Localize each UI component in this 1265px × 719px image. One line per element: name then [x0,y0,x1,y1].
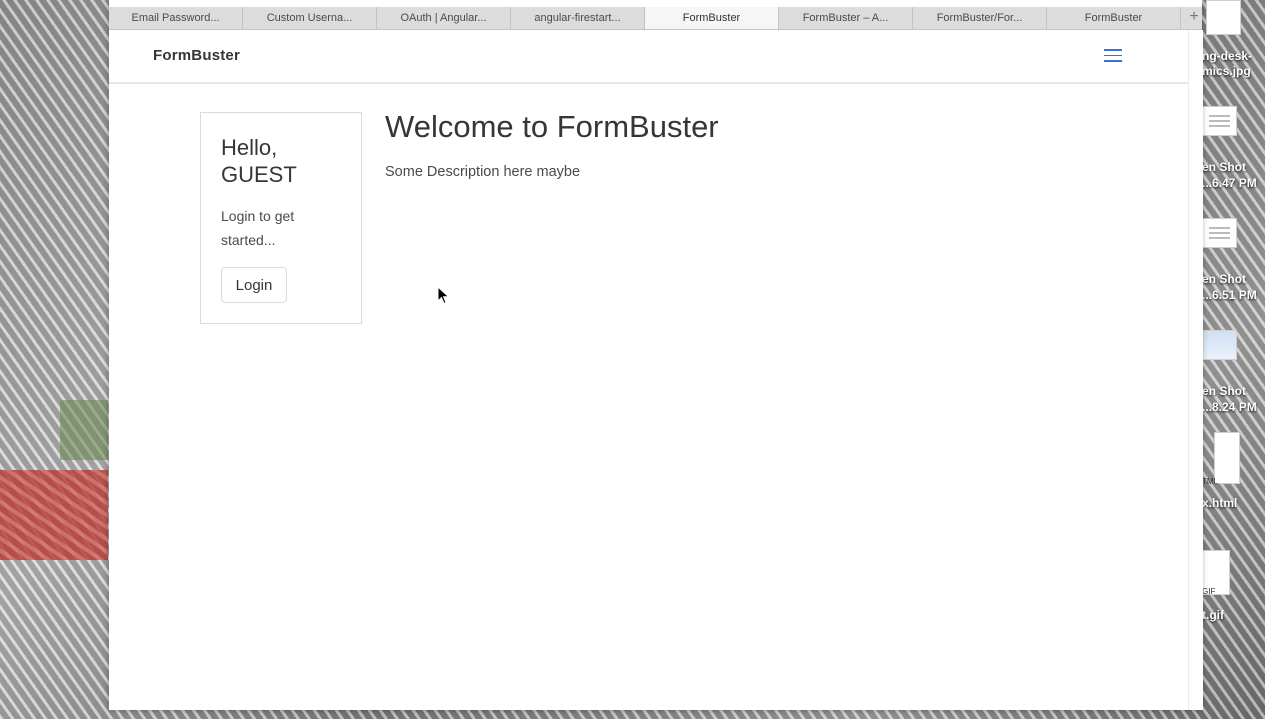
browser-window: Email Password... Custom Userna... OAuth… [109,0,1203,710]
page-title: Welcome to FormBuster [385,109,719,144]
browser-tab[interactable]: angular-firestart... [511,7,645,29]
tab-bar: Email Password... Custom Userna... OAuth… [109,7,1202,30]
browser-tab[interactable]: OAuth | Angular... [377,7,511,29]
login-button[interactable]: Login [221,267,287,303]
new-tab-button[interactable]: + [1181,7,1207,29]
desktop-wallpaper-detail [0,470,108,560]
browser-tab[interactable]: Custom Userna... [243,7,377,29]
browser-tab[interactable]: FormBuster/For... [913,7,1047,29]
screenshot-file-icon [1202,330,1237,360]
page-description: Some Description here maybe [385,164,581,180]
page-content: Hello, GUEST Login to get started... Log… [109,84,1188,710]
greeting-card: Hello, GUEST Login to get started... Log… [200,112,362,324]
browser-tab[interactable]: FormBuster – A... [779,7,913,29]
greeting-heading: Hello, GUEST [221,135,297,187]
screenshot-file-icon [1202,106,1237,136]
browser-tab[interactable]: Email Password... [109,7,243,29]
browser-tab[interactable]: FormBuster [1047,7,1181,29]
login-prompt: Login to get started... [221,208,295,248]
browser-tab-active[interactable]: FormBuster [645,7,779,29]
screenshot-file-icon [1202,218,1237,248]
navbar: FormBuster [109,30,1188,84]
scrollbar-track[interactable] [1188,30,1203,710]
desktop-icons: ng-desk- mics.jpg en Shot ...6.47 PM en … [1202,0,1265,719]
image-file-icon [1206,0,1241,35]
hamburger-menu-icon[interactable] [1104,49,1122,63]
desktop-wallpaper-detail [60,400,108,460]
navbar-brand[interactable]: FormBuster [153,47,240,64]
